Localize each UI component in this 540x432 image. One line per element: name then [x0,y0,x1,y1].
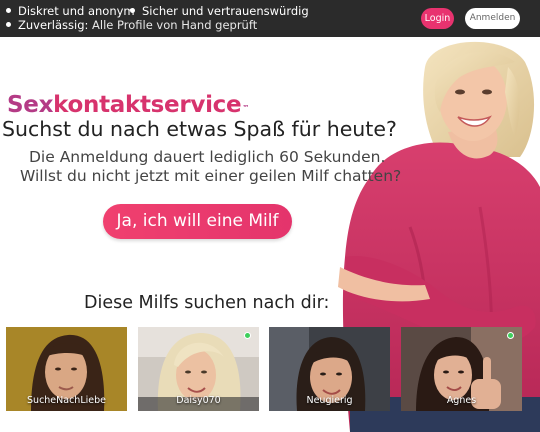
feature-item: Diskret und anonym [6,5,135,18]
brand-logo[interactable]: Sexkontaktservice™ [7,91,249,119]
profile-name: Agnes [446,395,477,406]
cta-button[interactable]: Ja, ich will eine Milf [103,204,292,239]
profile-card[interactable]: Daisy070 [138,327,259,411]
online-status-icon [507,332,514,339]
feature-label: Zuverlässig: [18,18,89,32]
trademark-mark: ™ [242,104,250,112]
feature-label: Diskret und anonym [18,4,135,18]
hero-headline: Suchst du nach etwas Spaß für heute? [2,117,397,141]
profile-card[interactable]: SucheNachLiebe [6,327,127,411]
profile-card[interactable]: Agnes [401,327,522,411]
profiles-title: Diese Milfs suchen nach dir: [84,293,330,313]
top-bar: Diskret und anonym Sicher und vertrauens… [0,0,540,37]
hero-subline-2: Willst du nicht jetzt mit einer geilen M… [20,167,402,185]
profile-name: Daisy070 [176,395,221,406]
feature-item: Zuverlässig: Alle Profile von Hand geprü… [6,19,257,32]
logo-text-part2: kontaktservice [53,92,242,118]
logo-text-part1: Sex [7,92,54,118]
landing-page: Diskret und anonym Sicher und vertrauens… [0,0,540,432]
bullet-icon [6,8,11,13]
profile-name: SucheNachLiebe [27,395,106,406]
feature-item: Sicher und vertrauenswürdig [130,5,309,18]
login-button[interactable]: Login [421,8,454,29]
profile-name: Neugierig [306,395,353,406]
register-button[interactable]: Anmelden [465,8,520,29]
bullet-icon [6,22,11,27]
feature-detail: Alle Profile von Hand geprüft [92,18,258,32]
bullet-icon [130,8,135,13]
profile-card[interactable]: Neugierig [269,327,390,411]
online-status-icon [244,332,251,339]
hero-subline-1: Die Anmeldung dauert lediglich 60 Sekund… [29,148,386,166]
feature-label: Sicher und vertrauenswürdig [142,4,309,18]
